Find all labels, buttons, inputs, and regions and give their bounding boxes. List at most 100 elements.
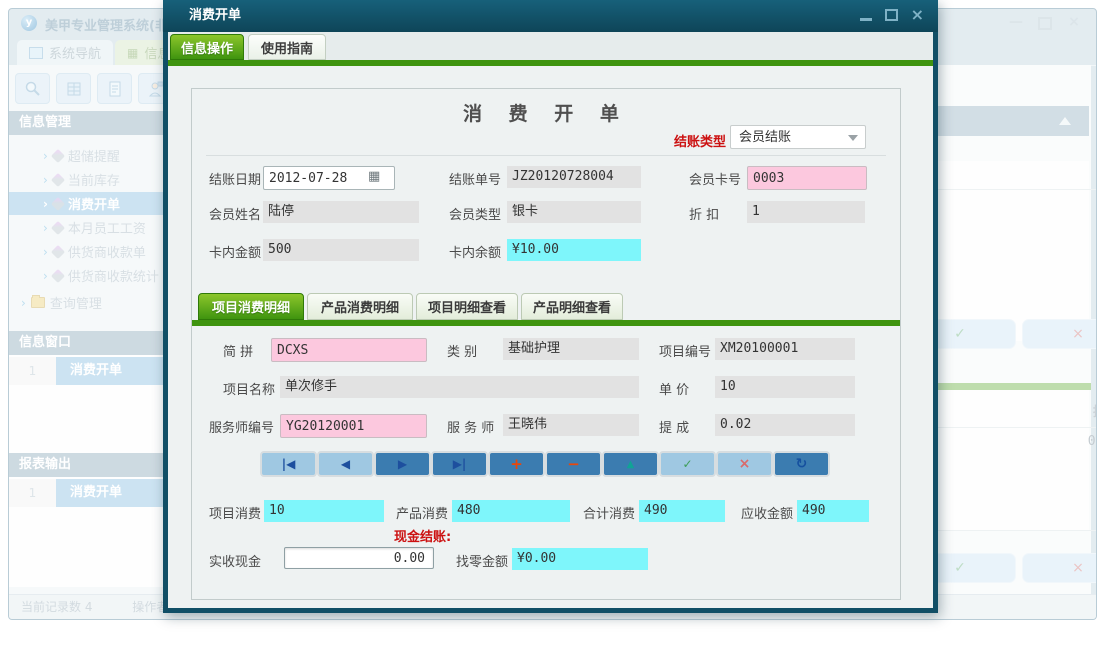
tab-system-nav[interactable]: 系统导航 [17,40,113,65]
cabinet-icon [65,80,83,98]
date-label: 结账日期 [209,169,261,188]
wand-icon [51,220,65,234]
card-amount-label: 卡内金额 [209,242,261,261]
cash-settle-heading: 现金结账: [394,526,451,545]
document-tool-button[interactable] [97,73,132,104]
item-total-value: 10 [264,500,384,522]
tab-item-detail-view[interactable]: 项目明细查看 [416,293,518,320]
sidebar-toolbar [9,69,164,107]
member-type-label: 会员类型 [449,204,501,223]
cell: 10 [1044,266,1097,282]
app-title: 美甲专业管理系统(非注 [45,15,181,34]
system-nav-icon [29,47,43,59]
wand-icon [51,244,65,258]
receivable-label: 应收金额 [741,503,793,522]
caret-icon: › [21,296,26,310]
grid2-cancel-button[interactable]: × [1022,553,1097,583]
staff-name-value: 王晓伟 [503,414,639,436]
dialog-close-button[interactable]: × [911,8,924,22]
change-value: ¥0.00 [512,548,648,570]
unit-price-value: 10 [715,376,855,398]
nav-edit-button[interactable]: ▲ [602,451,659,477]
discount-value: 1 [747,201,865,223]
cell: 10 [1044,191,1097,216]
product-total-label: 产品消费 [396,503,448,522]
item-total-label: 项目消费 [209,503,261,522]
cell: 0.02 [1014,429,1097,454]
tab-info-operate[interactable]: 信息操作 [170,34,244,60]
cash-received-input[interactable] [284,547,434,569]
caret-icon: › [43,221,48,235]
section-info-manage: 信息管理 [9,111,164,135]
nav-subtract-button[interactable]: − [545,451,602,477]
wand-icon [51,268,65,282]
info-window-item[interactable]: 消费开单 [56,357,164,385]
tab-product-detail-view[interactable]: 产品明细查看 [521,293,623,320]
window-close-button[interactable]: × [1066,14,1082,30]
staff-no-input[interactable] [280,414,427,438]
total-label: 合计消费 [583,503,635,522]
category-value: 基础护理 [503,338,639,360]
dialog-body: 信息操作 使用指南 消 费 开 单 结账类型 会员结账 结账日期 ▦ 结账单号 … [168,32,933,608]
dialog-title: 消费开单 [189,0,241,32]
folder-icon [31,297,45,308]
staff-no-label: 服务师编号 [209,417,274,436]
pinyin-label: 简 拼 [223,341,253,360]
product-total-value: 480 [452,500,570,522]
window-restore-button[interactable] [1038,17,1052,30]
caret-icon: › [43,173,48,187]
settle-type-dropdown[interactable]: 会员结账 [730,125,866,149]
item-no-value: XM20100001 [715,338,855,360]
info-window-item-index: 1 [9,357,56,385]
nav-confirm-button[interactable]: ✓ [659,451,716,477]
member-name-value: 陆停 [263,201,419,223]
chevron-down-icon [848,135,858,141]
card-amount-value: 500 [263,239,419,261]
discount-label: 折 扣 [689,204,719,223]
search-tool-button[interactable] [15,73,50,104]
unit-price-label: 单 价 [659,379,689,398]
dialog-titlebar[interactable]: 消费开单 × [163,0,938,32]
pinyin-input[interactable] [271,338,427,362]
nav-first-button[interactable]: |◀ [260,451,317,477]
consume-billing-dialog: 消费开单 × 信息操作 使用指南 消 费 开 单 结账类型 会员结账 [163,0,938,613]
window-minimize-button[interactable]: — [1008,14,1024,30]
calendar-icon[interactable]: ▦ [368,169,380,184]
nav-refresh-button[interactable]: ↻ [773,451,830,477]
nav-next-button[interactable]: ▶ [374,451,431,477]
tab-item-consume-detail[interactable]: 项目消费明细 [198,293,304,320]
dialog-minimize-button[interactable] [860,18,872,21]
collapse-up-icon [1059,117,1071,125]
form-title: 消 费 开 单 [192,99,900,126]
sidebar-item-query-manage[interactable]: ›查询管理 [9,291,176,314]
wand-icon [51,196,65,210]
commission-label: 提 成 [659,417,689,436]
report-item[interactable]: 消费开单 [56,479,164,507]
dialog-maximize-button[interactable] [885,9,898,21]
nav-add-button[interactable]: + [488,451,545,477]
change-label: 找零金额 [456,551,508,570]
item-no-label: 项目编号 [659,341,711,360]
nav-last-button[interactable]: ▶| [431,451,488,477]
tab-accent-bar [168,60,933,66]
card-no-input[interactable] [747,166,867,190]
cabinet-tool-button[interactable] [56,73,91,104]
nav-cancel-button[interactable]: × [716,451,773,477]
bill-no-value: JZ20120728004 [507,166,641,188]
grid-icon: ▦ [127,47,138,59]
receivable-value: 490 [797,500,869,522]
billing-form-panel: 消 费 开 单 结账类型 会员结账 结账日期 ▦ 结账单号 JZ20120728… [191,88,901,600]
search-icon [24,80,42,98]
commission-value: 0.02 [715,414,855,436]
wand-icon [51,172,65,186]
tab-user-guide[interactable]: 使用指南 [248,34,326,60]
report-item-index: 1 [9,479,56,507]
caret-icon: › [43,197,48,211]
nav-prev-button[interactable]: ◀ [317,451,374,477]
sidebar: 信息管理 ›超储提醒 ›当前库存 ›消费开单 ›本月员工工资 ›供货商收款单 ›… [9,65,164,595]
staff-name-label: 服 务 师 [447,417,494,436]
dialog-tab-strip: 信息操作 使用指南 [168,32,933,60]
grid1-cancel-button[interactable]: × [1022,319,1097,349]
tab-product-consume-detail[interactable]: 产品消费明细 [307,293,413,320]
app-logo-icon: y [21,15,37,31]
